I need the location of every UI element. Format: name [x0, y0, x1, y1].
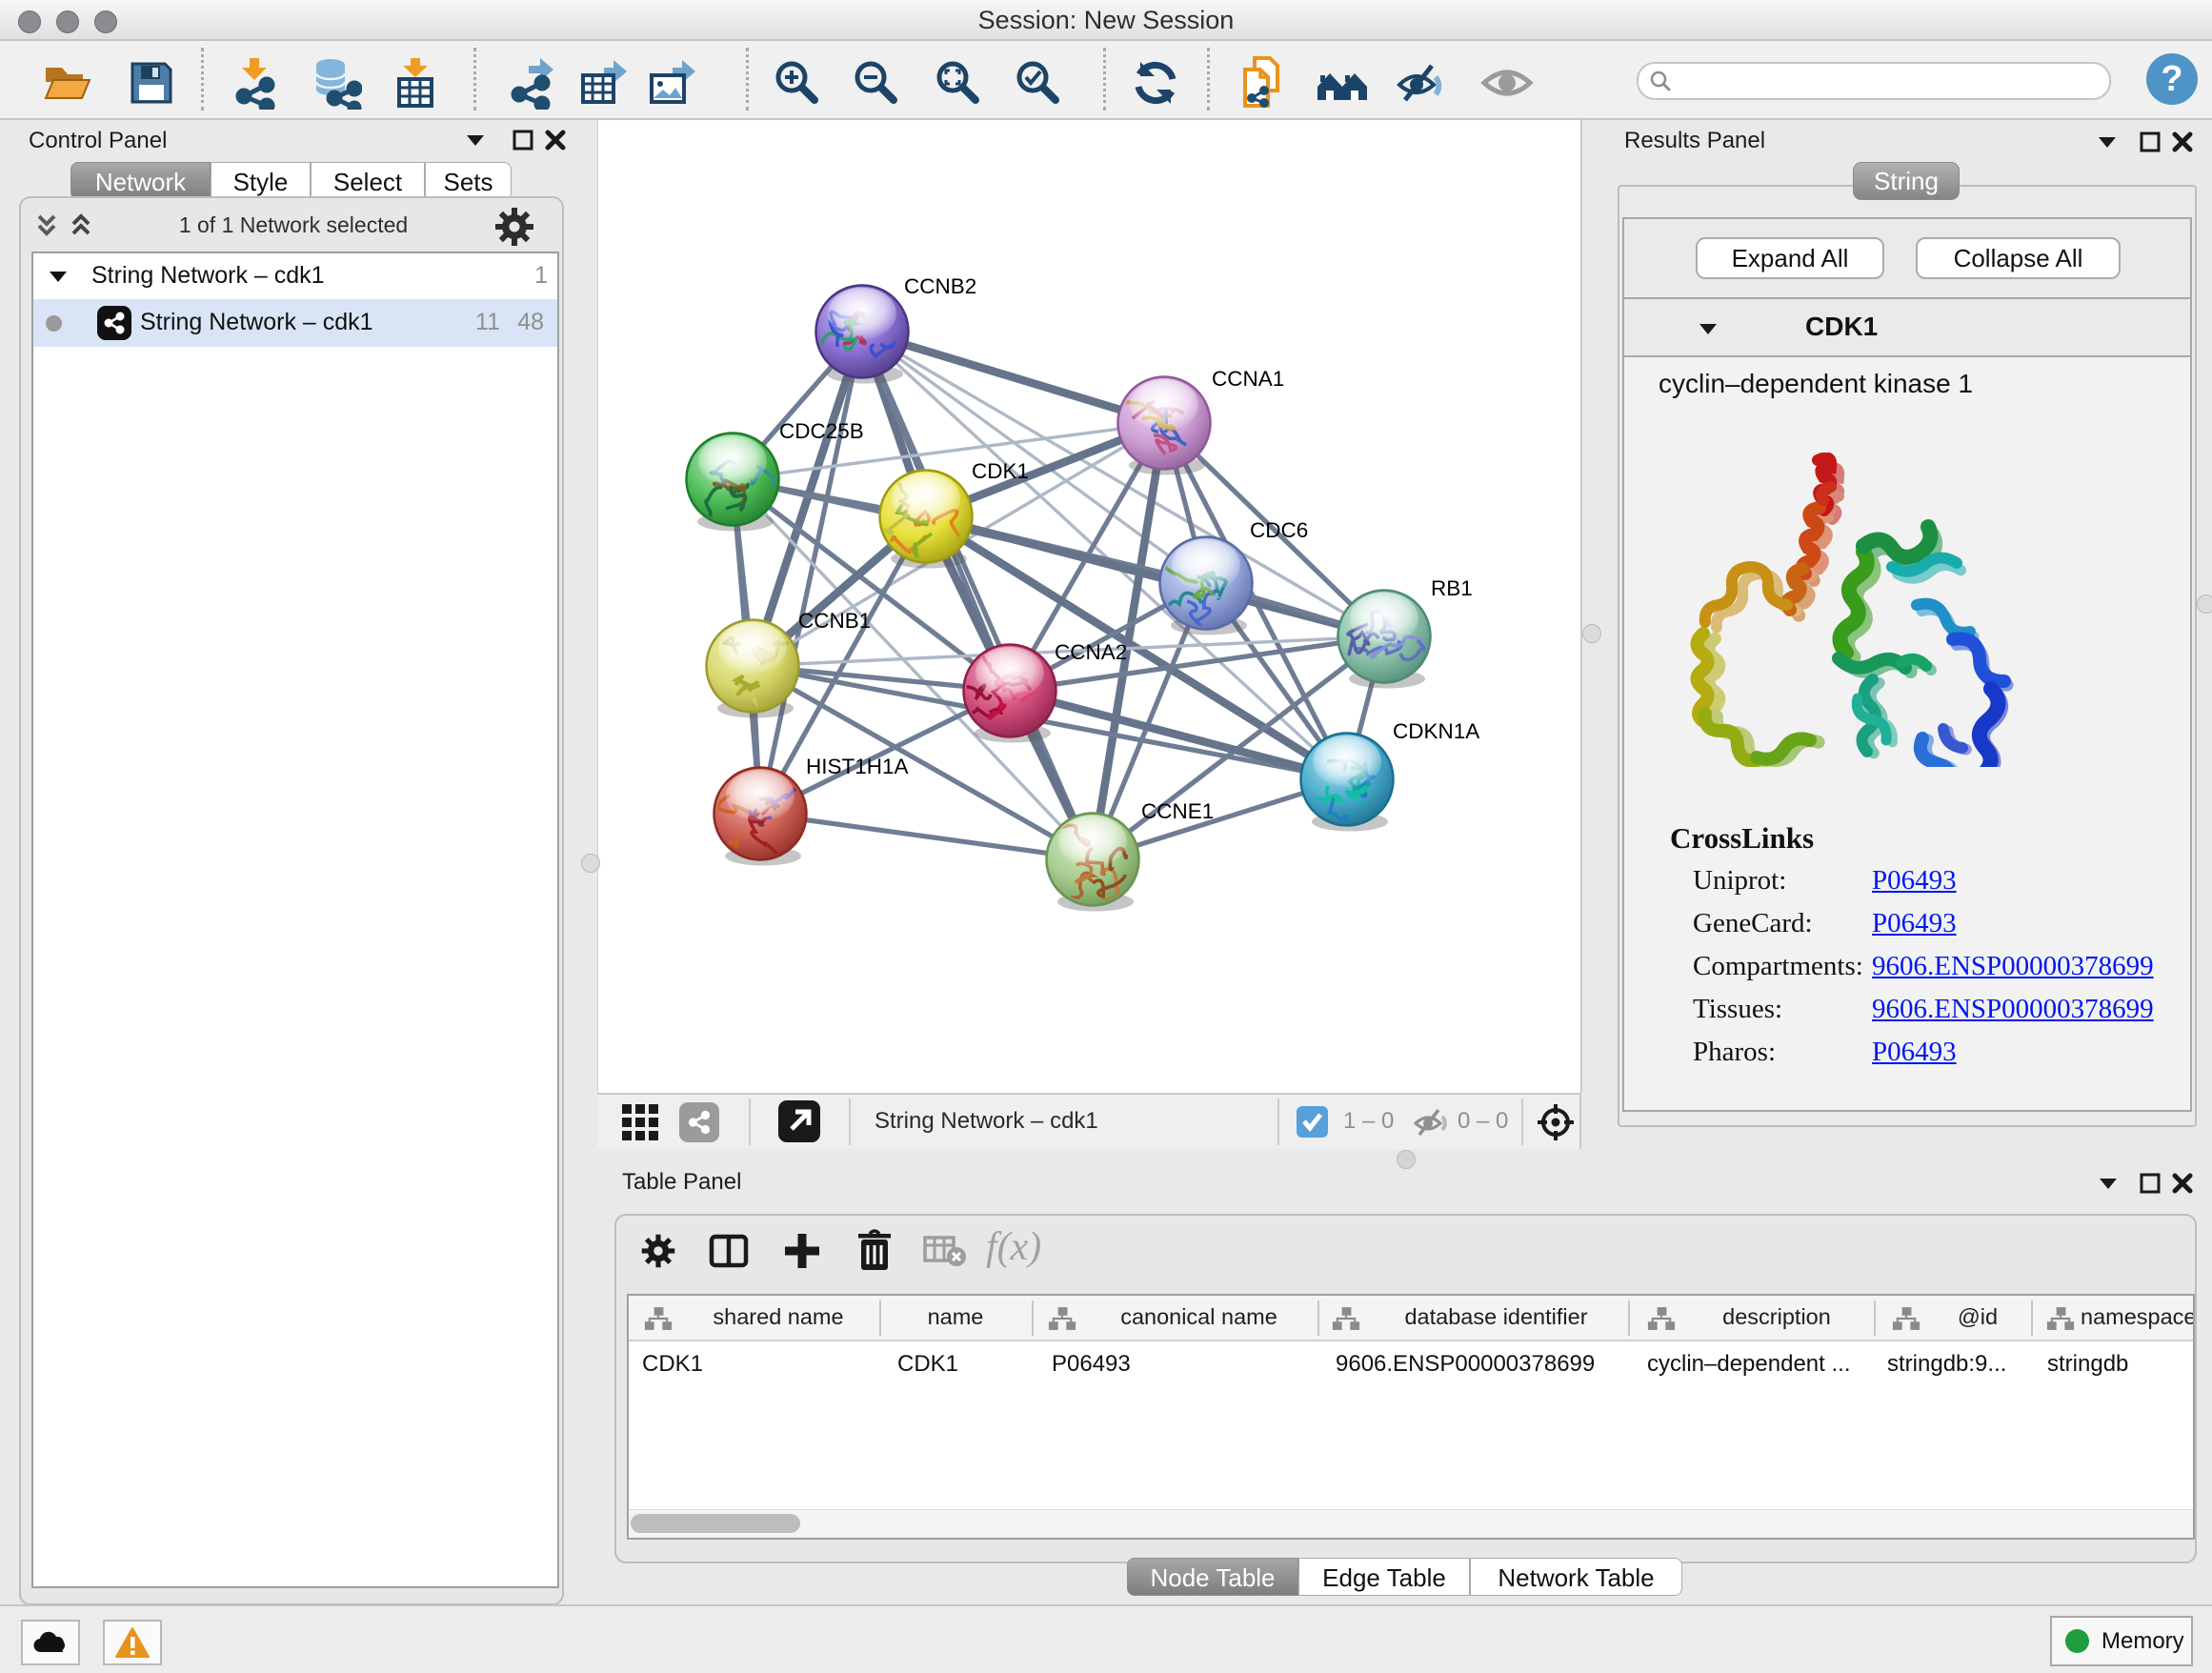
svg-text:CDC25B: CDC25B	[779, 419, 864, 443]
svg-text:CDKN1A: CDKN1A	[1393, 719, 1479, 743]
svg-text:CCNE1: CCNE1	[1141, 799, 1214, 823]
svg-text:CCNB1: CCNB1	[798, 609, 871, 633]
svg-text:CCNB2: CCNB2	[904, 274, 976, 298]
svg-text:CCNA1: CCNA1	[1212, 367, 1284, 391]
svg-text:CDK1: CDK1	[972, 459, 1029, 483]
svg-text:RB1: RB1	[1431, 576, 1473, 600]
svg-text:CCNA2: CCNA2	[1055, 640, 1127, 664]
svg-text:HIST1H1A: HIST1H1A	[806, 755, 909, 778]
svg-text:CDC6: CDC6	[1250, 518, 1308, 542]
